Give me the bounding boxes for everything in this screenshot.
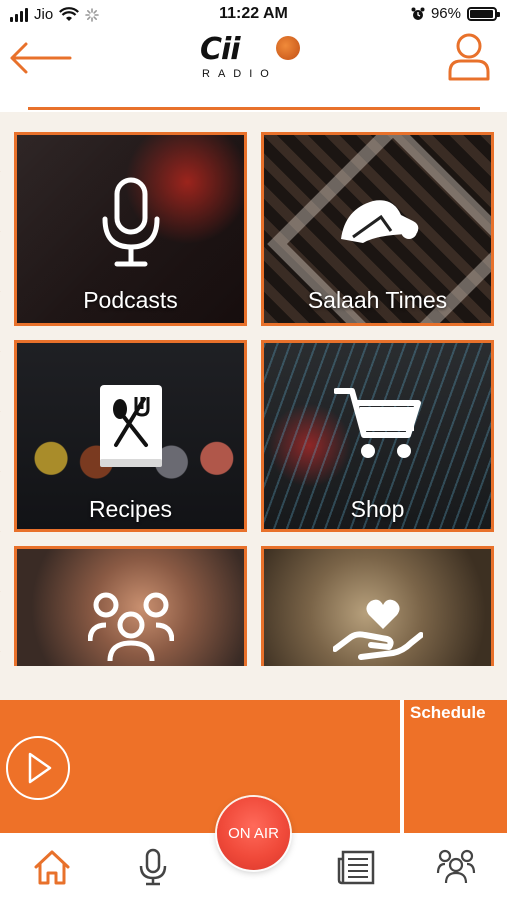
charity-heart-hand-icon (332, 599, 423, 660)
back-button[interactable] (8, 40, 72, 76)
tile-label: Shop (350, 496, 405, 522)
on-air-button[interactable]: ON AIR (217, 797, 290, 870)
tile-salaah-times[interactable]: Salaah Times (261, 132, 494, 326)
play-icon (28, 752, 52, 784)
community-icon (87, 592, 174, 661)
tile-recipes[interactable]: Recipes (14, 340, 247, 532)
alarm-icon (411, 7, 425, 20)
nav-podcasts[interactable] (133, 847, 173, 887)
microphone-icon (102, 177, 159, 267)
tile-podcasts[interactable]: Podcasts (14, 132, 247, 326)
tile-community[interactable] (14, 546, 247, 666)
community-icon (436, 849, 476, 884)
news-icon (337, 850, 375, 885)
profile-button[interactable] (447, 32, 491, 82)
arrow-left-icon (10, 42, 72, 74)
recipe-book-icon (99, 385, 162, 467)
microphone-icon (139, 848, 167, 886)
nav-news[interactable] (336, 847, 376, 887)
battery-icon (467, 6, 500, 21)
status-bar: Jio 11:22 AM 96% (0, 0, 507, 30)
tile-label: Salaah Times (307, 287, 448, 313)
globe-icon (276, 36, 300, 60)
status-right: 96% (411, 5, 500, 22)
menu-grid: Podcasts Salaah Times Recipes Shop (0, 112, 507, 700)
tile-shop[interactable]: Shop (261, 340, 494, 532)
prayer-icon (340, 200, 418, 243)
header-divider (28, 107, 480, 110)
user-icon (448, 33, 490, 81)
tile-charity[interactable] (261, 546, 494, 666)
logo-subtitle: RADIO (202, 68, 277, 80)
schedule-button[interactable]: Schedule (410, 703, 486, 723)
app-logo: Cii RADIO (198, 30, 310, 85)
tile-label: Recipes (88, 496, 173, 522)
tile-label: Podcasts (83, 287, 178, 313)
shopping-cart-icon (333, 388, 421, 458)
battery-level (470, 9, 494, 18)
nav-home[interactable] (32, 847, 72, 887)
player-divider (400, 700, 404, 833)
nav-community[interactable] (436, 847, 476, 887)
app-header: Cii RADIO (0, 30, 507, 112)
battery-percent: 96% (430, 5, 461, 22)
play-button[interactable] (6, 736, 70, 800)
logo-wordmark: Cii (200, 32, 241, 67)
home-icon (34, 850, 70, 885)
